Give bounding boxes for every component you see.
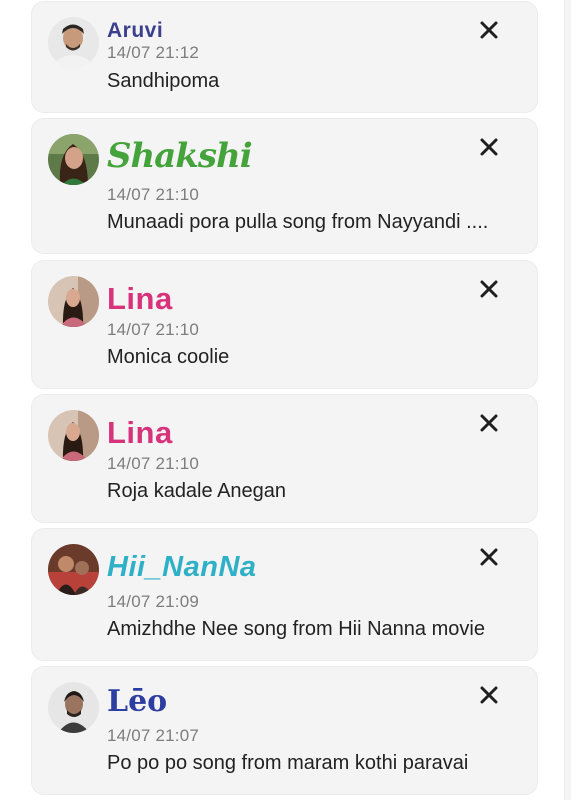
message-text: Po po po song from maram kothi paravai (107, 752, 469, 774)
close-icon[interactable] (479, 685, 499, 705)
timestamp: 14/07 21:12 (107, 43, 200, 62)
notification-card[interactable]: Hii_NanNa 14/07 21:09 Amizhdhe Nee song … (32, 529, 537, 660)
avatar (48, 410, 99, 461)
message-text: Amizhdhe Nee song from Hii Nanna movie (107, 618, 485, 640)
notification-card[interactable]: Lina 14/07 21:10 Roja kadale Anegan (32, 395, 537, 522)
notification-card[interactable]: Lēo 14/07 21:07 Po po po song from maram… (32, 667, 537, 794)
avatar (48, 17, 99, 68)
scrollbar[interactable] (564, 0, 571, 800)
close-icon[interactable] (479, 137, 499, 157)
username: Lina (107, 281, 173, 316)
username: Hii_NanNa (107, 551, 257, 583)
message-text: Monica coolie (107, 346, 230, 368)
message-text: Sandhipoma (107, 70, 220, 92)
avatar (48, 544, 99, 595)
notification-card[interactable]: Lina 14/07 21:10 Monica coolie (32, 261, 537, 388)
avatar (48, 276, 99, 327)
username: Lēo (107, 684, 168, 719)
close-icon[interactable] (479, 547, 499, 567)
timestamp: 14/07 21:10 (107, 454, 200, 473)
close-icon[interactable] (479, 20, 499, 40)
close-icon[interactable] (479, 279, 499, 299)
username: Lina (107, 415, 173, 450)
notification-card[interactable]: Shakshi 14/07 21:10 Munaadi pora pulla s… (32, 119, 537, 253)
avatar (48, 682, 99, 733)
message-text: Roja kadale Anegan (107, 480, 287, 502)
timestamp: 14/07 21:09 (107, 592, 200, 611)
message-text: Munaadi pora pulla song from Nayyandi ..… (107, 211, 489, 233)
avatar (48, 134, 99, 185)
notification-card[interactable]: Aruvi 14/07 21:12 Sandhipoma (32, 2, 537, 112)
timestamp: 14/07 21:10 (107, 185, 200, 204)
username: Aruvi (107, 19, 164, 42)
username: Shakshi (107, 136, 253, 176)
close-icon[interactable] (479, 413, 499, 433)
timestamp: 14/07 21:07 (107, 726, 200, 745)
timestamp: 14/07 21:10 (107, 320, 200, 339)
